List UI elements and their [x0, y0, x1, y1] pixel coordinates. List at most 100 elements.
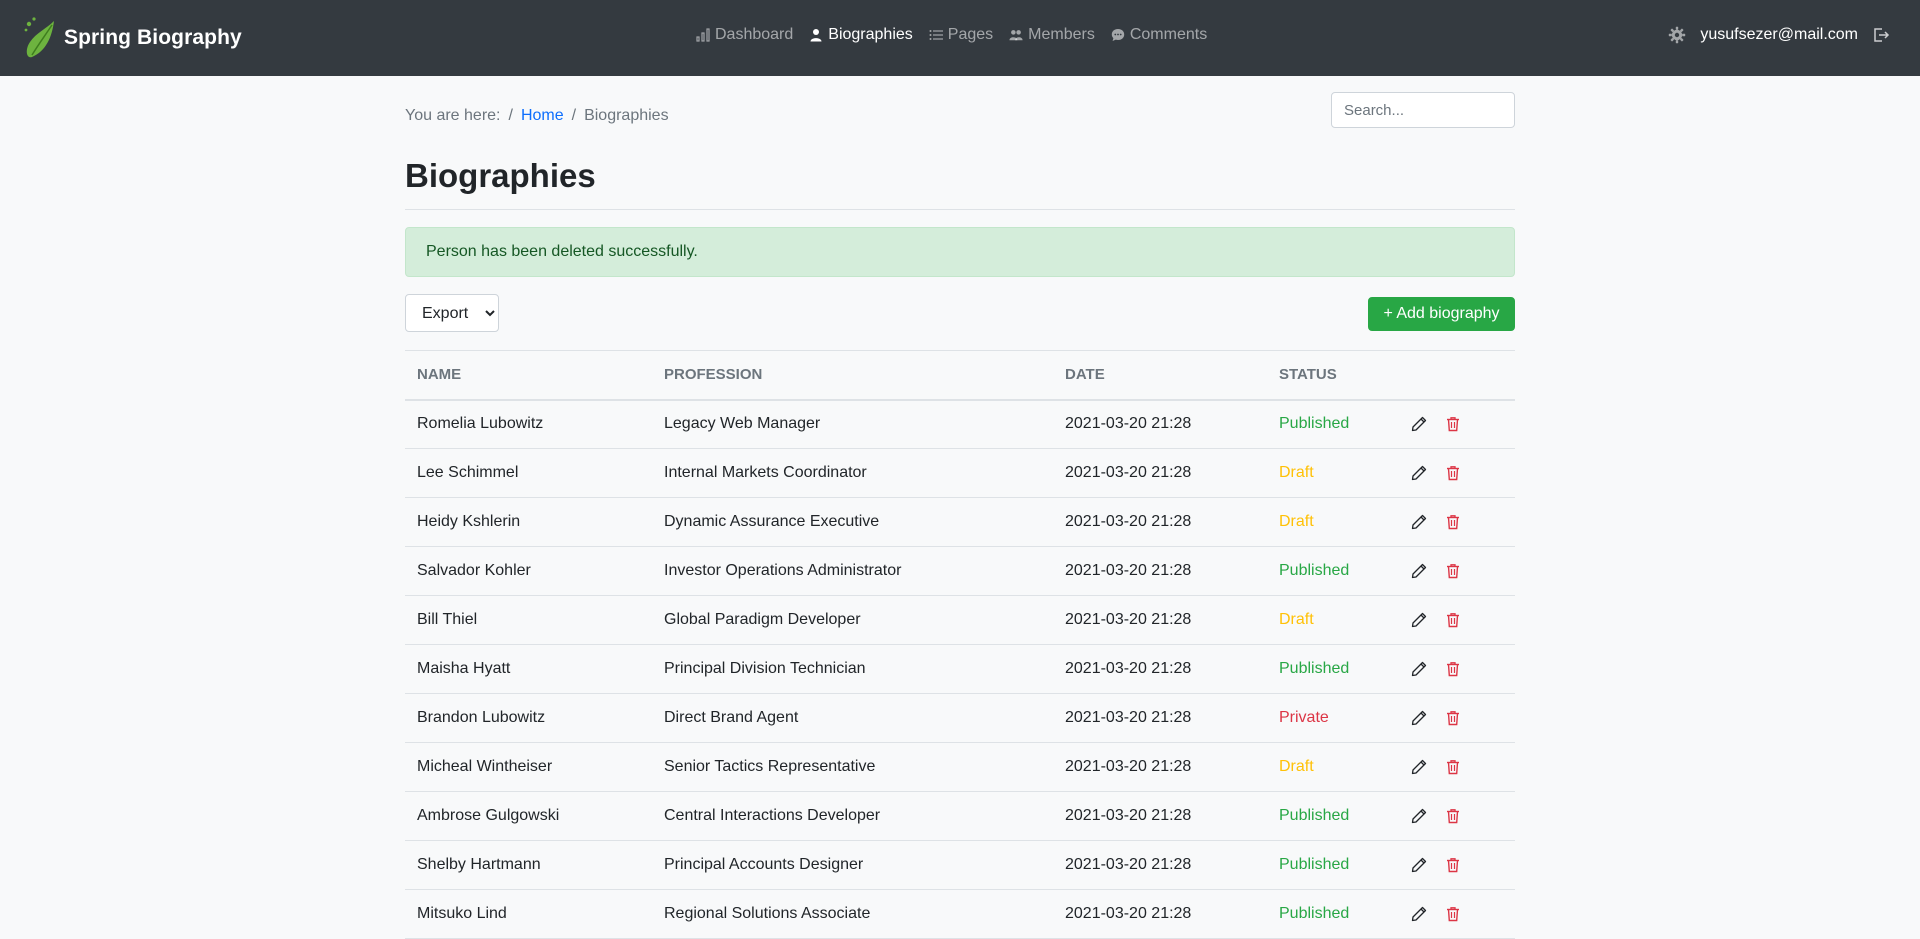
- nav-dashboard[interactable]: Dashboard: [696, 26, 793, 44]
- table-row: Romelia Lubowitz Legacy Web Manager 2021-0…: [405, 399, 1515, 449]
- edit-pencil-icon[interactable]: [1411, 808, 1427, 824]
- delete-trash-icon[interactable]: [1445, 808, 1461, 824]
- edit-pencil-icon[interactable]: [1411, 416, 1427, 432]
- nav-pages[interactable]: Pages: [929, 26, 993, 44]
- add-biography-button[interactable]: + Add biography: [1368, 297, 1515, 331]
- cell-status: Draft: [1267, 497, 1389, 547]
- gear-icon[interactable]: [1668, 26, 1686, 44]
- delete-trash-icon[interactable]: [1445, 465, 1461, 481]
- leaf-logo-icon: [24, 17, 54, 58]
- edit-pencil-icon[interactable]: [1411, 759, 1427, 775]
- delete-trash-icon[interactable]: [1445, 661, 1461, 677]
- cell-profession: Investor Operations Administrator: [652, 546, 1053, 596]
- breadcrumb-row: You are here: / Home / Biographies: [405, 76, 1515, 148]
- breadcrumb-separator: /: [508, 107, 513, 124]
- cell-actions: [1389, 497, 1515, 547]
- breadcrumb-current: Biographies: [584, 107, 669, 124]
- cell-date: 2021-03-20 21:28: [1053, 840, 1267, 890]
- cell-name: Bill Thiel: [405, 595, 652, 645]
- person-icon: [810, 29, 822, 42]
- delete-trash-icon[interactable]: [1445, 514, 1461, 530]
- brand-name: Spring Biography: [64, 26, 242, 49]
- cell-status: Draft: [1267, 448, 1389, 498]
- edit-pencil-icon[interactable]: [1411, 661, 1427, 677]
- column-header-name[interactable]: NAME: [405, 350, 652, 401]
- logout-icon[interactable]: [1872, 26, 1890, 44]
- row-actions: [1401, 416, 1503, 432]
- cell-actions: [1389, 840, 1515, 890]
- cell-date: 2021-03-20 21:28: [1053, 595, 1267, 645]
- cell-profession: Senior Tactics Representative: [652, 742, 1053, 792]
- cell-profession: Central Interactions Developer: [652, 791, 1053, 841]
- people-icon: [1009, 30, 1023, 41]
- table-row: Mitsuko Lind Regional Solutions Associate…: [405, 889, 1515, 939]
- nav-members[interactable]: Members: [1009, 26, 1095, 44]
- cell-date: 2021-03-20 21:28: [1053, 644, 1267, 694]
- column-header-status[interactable]: STATUS: [1267, 350, 1389, 401]
- main-nav: Dashboard Biographies Pages Members Comm…: [696, 26, 1207, 44]
- row-actions: [1401, 710, 1503, 726]
- row-actions: [1401, 808, 1503, 824]
- page-title: Biographies: [405, 157, 596, 194]
- table-row: Salvador Kohler Investor Operations Admin…: [405, 546, 1515, 596]
- cell-date: 2021-03-20 21:28: [1053, 791, 1267, 841]
- cell-profession: Global Paradigm Developer: [652, 595, 1053, 645]
- cell-profession: Direct Brand Agent: [652, 693, 1053, 743]
- nav-label: Members: [1028, 26, 1095, 43]
- top-navbar: Spring Biography Dashboard Biographies P…: [0, 0, 1920, 76]
- edit-pencil-icon[interactable]: [1411, 514, 1427, 530]
- cell-actions: [1389, 595, 1515, 645]
- edit-pencil-icon[interactable]: [1411, 465, 1427, 481]
- column-header-profession[interactable]: PROFESSION: [652, 350, 1053, 401]
- search-input[interactable]: [1331, 92, 1515, 128]
- cell-status: Published: [1267, 840, 1389, 890]
- nav-comments[interactable]: Comments: [1111, 26, 1207, 44]
- cell-actions: [1389, 889, 1515, 939]
- column-header-date[interactable]: DATE: [1053, 350, 1267, 401]
- delete-trash-icon[interactable]: [1445, 612, 1461, 628]
- delete-trash-icon[interactable]: [1445, 710, 1461, 726]
- table-row: Brandon Lubowitz Direct Brand Agent 2021-0…: [405, 693, 1515, 743]
- breadcrumb-home-link[interactable]: Home: [521, 107, 564, 125]
- cell-status: Published: [1267, 791, 1389, 841]
- cell-profession: Regional Solutions Associate: [652, 889, 1053, 939]
- cell-status: Published: [1267, 644, 1389, 694]
- delete-trash-icon[interactable]: [1445, 759, 1461, 775]
- edit-pencil-icon[interactable]: [1411, 710, 1427, 726]
- cell-actions: [1389, 644, 1515, 694]
- table-row: Bill Thiel Global Paradigm Developer 2021-…: [405, 595, 1515, 645]
- table-row: Maisha Hyatt Principal Division Technicia…: [405, 644, 1515, 694]
- cell-actions: [1389, 399, 1515, 449]
- delete-trash-icon[interactable]: [1445, 416, 1461, 432]
- edit-pencil-icon[interactable]: [1411, 563, 1427, 579]
- cell-actions: [1389, 693, 1515, 743]
- cell-name: Maisha Hyatt: [405, 644, 652, 694]
- brand[interactable]: Spring Biography: [22, 14, 242, 62]
- cell-name: Shelby Hartmann: [405, 840, 652, 890]
- cell-name: Heidy Kshlerin: [405, 497, 652, 547]
- cell-profession: Principal Division Technician: [652, 644, 1053, 694]
- cell-profession: Principal Accounts Designer: [652, 840, 1053, 890]
- nav-label: Biographies: [828, 26, 913, 43]
- delete-trash-icon[interactable]: [1445, 563, 1461, 579]
- edit-pencil-icon[interactable]: [1411, 906, 1427, 922]
- delete-trash-icon[interactable]: [1445, 906, 1461, 922]
- chart-bar-icon: [696, 28, 710, 42]
- success-alert: Person has been deleted successfully.: [405, 227, 1515, 277]
- cell-name: Brandon Lubowitz: [405, 693, 652, 743]
- chat-icon: [1111, 29, 1125, 41]
- row-actions: [1401, 514, 1503, 530]
- table-row: Lee Schimmel Internal Markets Coordinator…: [405, 448, 1515, 498]
- delete-trash-icon[interactable]: [1445, 857, 1461, 873]
- cell-status: Draft: [1267, 595, 1389, 645]
- table-row: Heidy Kshlerin Dynamic Assurance Executiv…: [405, 497, 1515, 547]
- edit-pencil-icon[interactable]: [1411, 612, 1427, 628]
- user-email[interactable]: yusufsezer@mail.com: [1700, 26, 1858, 44]
- row-actions: [1401, 857, 1503, 873]
- cell-status: Private: [1267, 693, 1389, 743]
- row-actions: [1401, 906, 1503, 922]
- nav-biographies[interactable]: Biographies: [809, 26, 913, 44]
- table-row: Ambrose Gulgowski Central Interactions De…: [405, 791, 1515, 841]
- edit-pencil-icon[interactable]: [1411, 857, 1427, 873]
- export-select[interactable]: Export: [405, 294, 499, 332]
